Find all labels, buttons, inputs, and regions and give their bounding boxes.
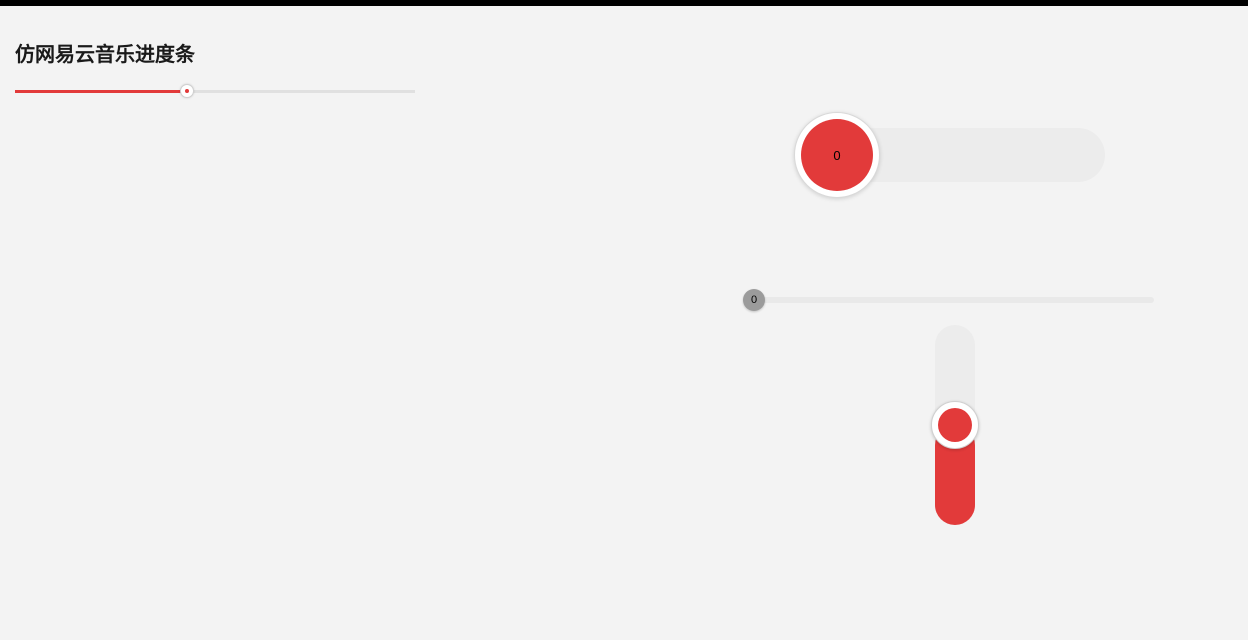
large-pill-slider-thumb-inner: 0 — [801, 119, 873, 191]
netease-progress-fill — [15, 90, 187, 93]
vertical-slider-thumb-inner — [938, 408, 972, 442]
page-title: 仿网易云音乐进度条 — [15, 38, 195, 67]
gray-slider-value: 0 — [751, 294, 757, 306]
large-pill-slider-value: 0 — [833, 148, 840, 163]
gray-slider-thumb[interactable]: 0 — [743, 289, 765, 311]
gray-slider-track[interactable] — [754, 297, 1154, 303]
netease-progress-thumb[interactable] — [180, 84, 194, 98]
window-top-border — [0, 0, 1248, 6]
vertical-slider-thumb[interactable] — [931, 401, 979, 449]
large-pill-slider-thumb[interactable]: 0 — [794, 112, 880, 198]
